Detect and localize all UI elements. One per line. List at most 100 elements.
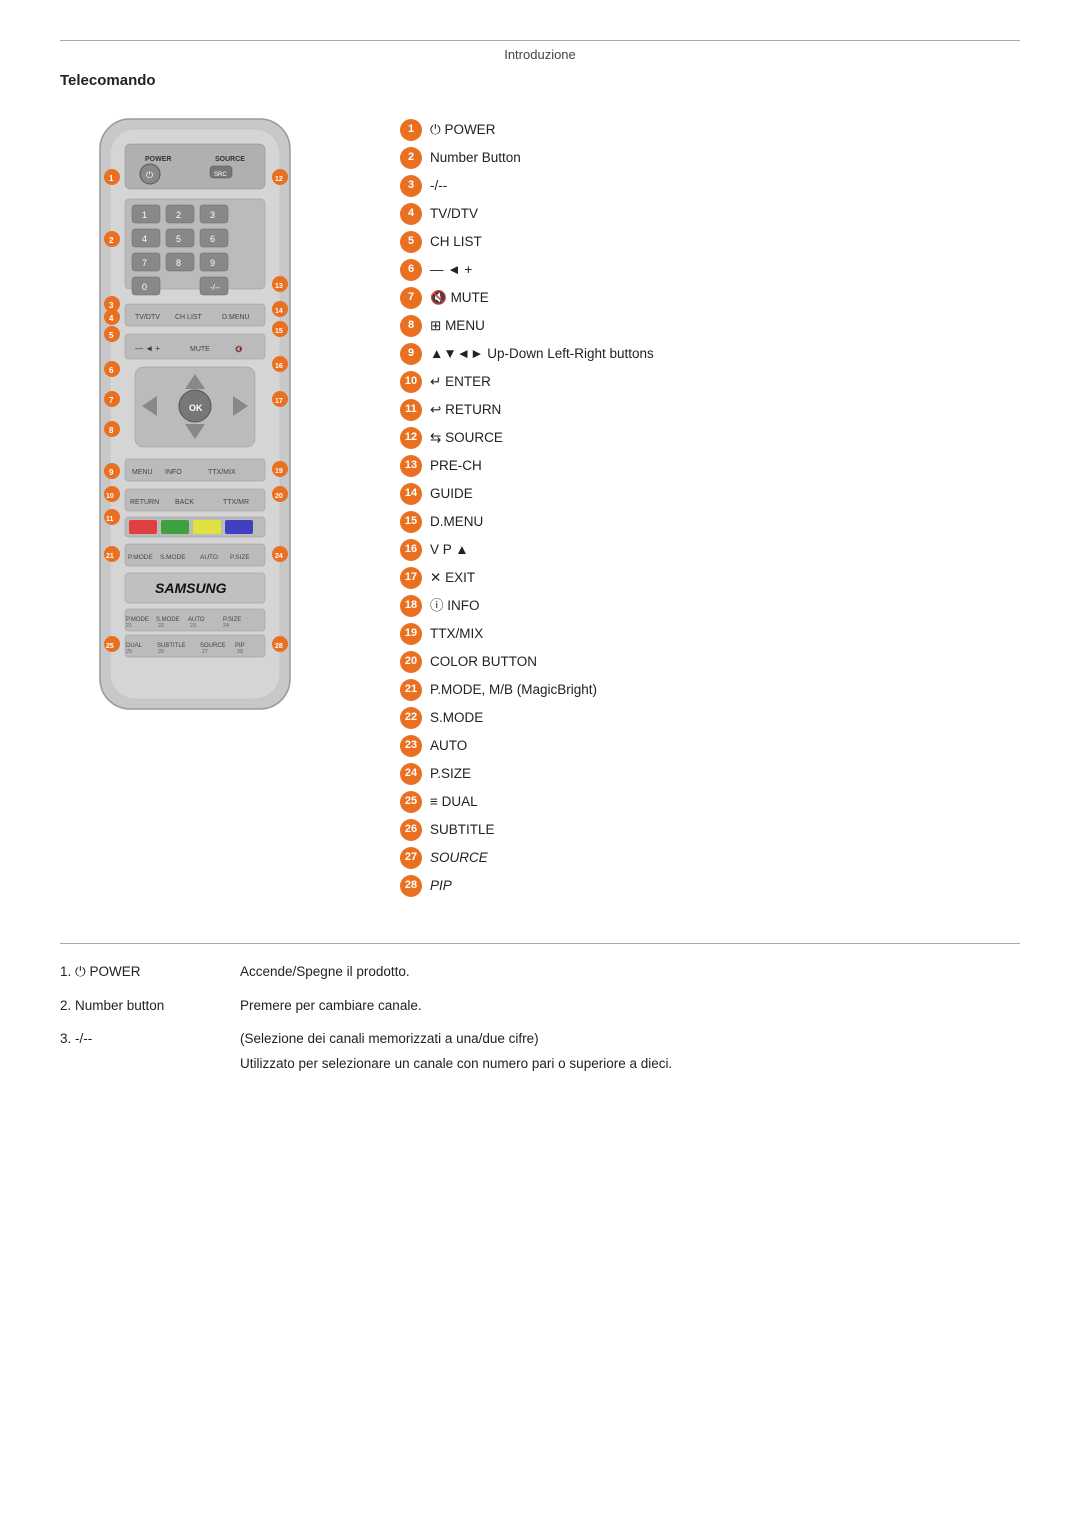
- legend-num-12: 12: [400, 427, 422, 449]
- legend-num-1: 1: [400, 119, 422, 141]
- svg-text:1: 1: [142, 210, 147, 220]
- legend-item-4: 4TV/DTV: [400, 203, 1020, 225]
- legend-item-15: 15D.MENU: [400, 511, 1020, 533]
- legend-item-12: 12 ⇆ SOURCE: [400, 427, 1020, 449]
- legend-item-1: 1⏻ POWER: [400, 119, 1020, 141]
- legend-text-9: ▲▼◄► Up-Down Left-Right buttons: [430, 345, 654, 364]
- legend-text-23: AUTO: [430, 737, 467, 756]
- legend-item-8: 8⊞ MENU: [400, 315, 1020, 337]
- legend-num-22: 22: [400, 707, 422, 729]
- svg-text:— ◄ +: — ◄ +: [135, 344, 160, 353]
- exit-icon: ✕: [430, 570, 441, 585]
- svg-text:22: 22: [158, 623, 164, 629]
- legend-item-24: 24P.SIZE: [400, 763, 1020, 785]
- svg-text:20: 20: [275, 493, 283, 500]
- legend-item-11: 11↩ RETURN: [400, 399, 1020, 421]
- svg-text:CH LIST: CH LIST: [175, 314, 203, 321]
- svg-text:2: 2: [109, 236, 114, 245]
- svg-text:5: 5: [109, 331, 114, 340]
- descriptions-section: 1. ⏻ POWERAccende/Spegne il prodotto.2. …: [60, 943, 1020, 1071]
- legend-item-10: 10 ↵ ENTER: [400, 371, 1020, 393]
- legend-text-28: PIP: [430, 877, 452, 896]
- svg-text:25: 25: [126, 649, 132, 655]
- legend-text-14: GUIDE: [430, 485, 473, 504]
- legend-num-7: 7: [400, 287, 422, 309]
- legend-text-26: SUBTITLE: [430, 821, 495, 840]
- desc-text-2: Premere per cambiare canale.: [240, 998, 1020, 1013]
- svg-text:AUTO: AUTO: [200, 554, 218, 561]
- source-icon: ⇆: [430, 430, 441, 445]
- legend-num-6: 6: [400, 259, 422, 281]
- legend-text-5: CH LIST: [430, 233, 482, 252]
- svg-text:0: 0: [142, 282, 147, 292]
- legend-num-25: 25: [400, 791, 422, 813]
- legend-text-27: SOURCE: [430, 849, 488, 868]
- svg-text:🔇: 🔇: [235, 345, 243, 353]
- svg-text:P.SIZE: P.SIZE: [230, 554, 250, 561]
- enter-icon: ↵: [430, 374, 441, 389]
- svg-text:12: 12: [275, 176, 283, 183]
- legend-item-17: 17 ✕ EXIT: [400, 567, 1020, 589]
- legend-num-14: 14: [400, 483, 422, 505]
- legend-num-19: 19: [400, 623, 422, 645]
- legend-text-22: S.MODE: [430, 709, 483, 728]
- remote-image: POWER SOURCE ⏻ SRC 1 12: [60, 109, 370, 903]
- svg-text:25: 25: [106, 643, 114, 650]
- legend-num-28: 28: [400, 875, 422, 897]
- legend-num-21: 21: [400, 679, 422, 701]
- legend-text-13: PRE-CH: [430, 457, 482, 476]
- legend-num-24: 24: [400, 763, 422, 785]
- svg-text:-/--: -/--: [210, 283, 221, 292]
- svg-text:MUTE: MUTE: [190, 346, 210, 353]
- legend-num-8: 8: [400, 315, 422, 337]
- legend-item-18: 18ⓘ INFO: [400, 595, 1020, 617]
- svg-text:9: 9: [109, 468, 114, 477]
- svg-text:15: 15: [275, 328, 283, 335]
- legend-item-14: 14 GUIDE: [400, 483, 1020, 505]
- power-icon: ⏻: [75, 964, 86, 979]
- legend-num-23: 23: [400, 735, 422, 757]
- svg-text:24: 24: [223, 623, 229, 629]
- legend-item-26: 26 SUBTITLE: [400, 819, 1020, 841]
- svg-text:11: 11: [106, 516, 114, 523]
- top-divider: [60, 40, 1020, 41]
- dual-icon: ≡: [430, 794, 438, 809]
- page-header: Introduzione: [60, 47, 1020, 62]
- legend-text-7: 🔇 MUTE: [430, 289, 489, 308]
- svg-text:19: 19: [275, 468, 283, 475]
- svg-text:S.MODE: S.MODE: [160, 554, 186, 561]
- legend-num-10: 10: [400, 371, 422, 393]
- svg-text:RETURN: RETURN: [130, 499, 159, 506]
- svg-text:⏻: ⏻: [146, 170, 153, 180]
- legend-item-6: 6— ◄ +: [400, 259, 1020, 281]
- legend-item-23: 23 AUTO: [400, 735, 1020, 757]
- mute-icon: 🔇: [430, 290, 447, 305]
- legend-item-25: 25≡ DUAL: [400, 791, 1020, 813]
- legend-text-16: V P ▲: [430, 541, 469, 560]
- desc-label-3: 3. -/--: [60, 1031, 220, 1071]
- legend-num-13: 13: [400, 455, 422, 477]
- legend-num-5: 5: [400, 231, 422, 253]
- legend-text-11: ↩ RETURN: [430, 401, 501, 420]
- legend-item-5: 5 CH LIST: [400, 231, 1020, 253]
- svg-text:4: 4: [142, 234, 147, 244]
- legend-num-27: 27: [400, 847, 422, 869]
- svg-text:8: 8: [176, 258, 181, 268]
- legend-item-19: 19TTX/MIX: [400, 623, 1020, 645]
- svg-text:28: 28: [275, 643, 283, 650]
- legend-area: 1⏻ POWER2Number Button3-/--4TV/DTV5CH LI…: [400, 109, 1020, 903]
- legend-num-20: 20: [400, 651, 422, 673]
- svg-text:6: 6: [210, 234, 215, 244]
- svg-text:SRC: SRC: [214, 172, 227, 178]
- legend-num-16: 16: [400, 539, 422, 561]
- legend-num-26: 26: [400, 819, 422, 841]
- legend-text-17: ✕ EXIT: [430, 569, 475, 588]
- legend-text-12: ⇆ SOURCE: [430, 429, 503, 448]
- svg-text:24: 24: [275, 553, 283, 560]
- legend-text-10: ↵ ENTER: [430, 373, 491, 392]
- legend-num-17: 17: [400, 567, 422, 589]
- page-container: Introduzione Telecomando POWER SOURCE ⏻ …: [0, 0, 1080, 1129]
- desc-label-1: 1. ⏻ POWER: [60, 964, 220, 980]
- legend-item-20: 20COLOR BUTTON: [400, 651, 1020, 673]
- main-content: POWER SOURCE ⏻ SRC 1 12: [60, 109, 1020, 903]
